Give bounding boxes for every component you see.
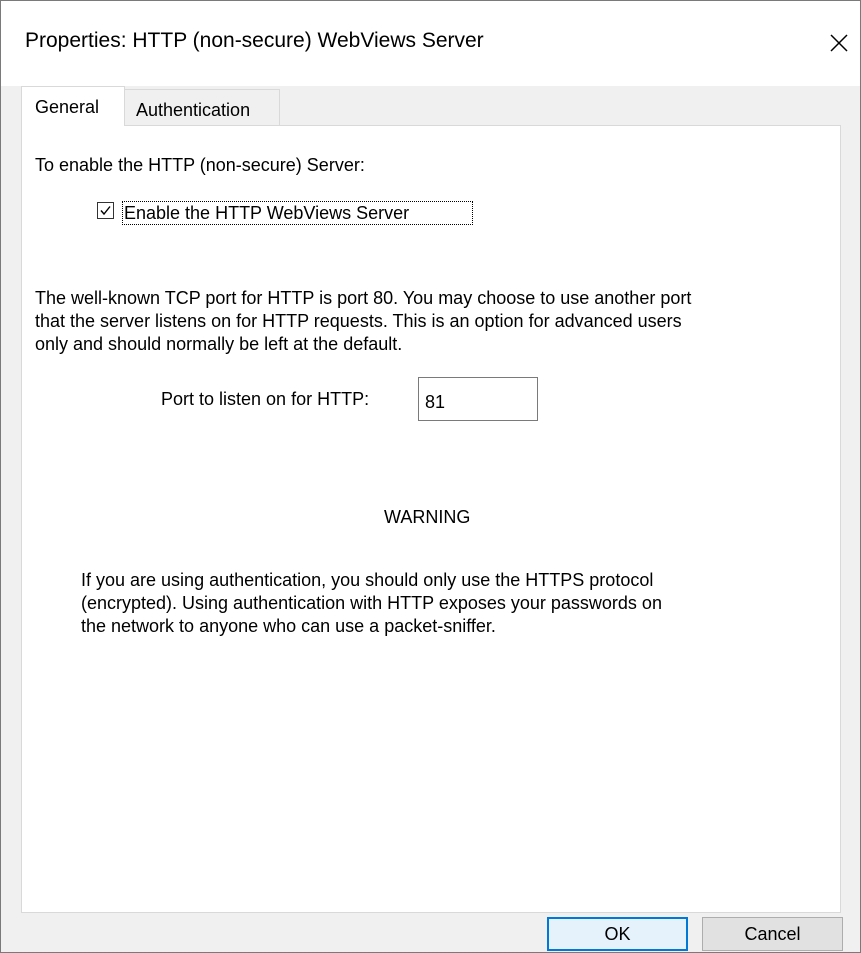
warning-text-line: If you are using authentication, you sho… — [81, 570, 654, 590]
tab-general-label: General — [35, 97, 100, 117]
close-button[interactable] — [819, 23, 859, 63]
port-input[interactable] — [418, 377, 538, 421]
title-bar[interactable]: Properties: HTTP (non-secure) WebViews S… — [1, 1, 860, 86]
tab-general[interactable]: General — [21, 86, 125, 126]
checkmark-icon — [100, 206, 111, 216]
enable-http-checkbox[interactable] — [97, 202, 114, 219]
cancel-button[interactable]: Cancel — [702, 917, 843, 951]
window-title: Properties: HTTP (non-secure) WebViews S… — [25, 29, 484, 52]
port-description-line: that the server listens on for HTTP requ… — [35, 311, 682, 331]
port-description-line: The well-known TCP port for HTTP is port… — [35, 288, 692, 308]
port-label: Port to listen on for HTTP: — [161, 389, 370, 409]
enable-http-checkbox-label[interactable]: Enable the HTTP WebViews Server — [124, 202, 409, 224]
warning-text-line: (encrypted). Using authentication with H… — [81, 593, 662, 613]
port-description-line: only and should normally be left at the … — [35, 334, 403, 354]
close-icon — [830, 34, 848, 52]
tab-authentication[interactable]: Authentication — [125, 89, 280, 127]
warning-text-line: the network to anyone who can use a pack… — [81, 616, 496, 636]
ok-button[interactable]: OK — [547, 917, 688, 951]
enable-intro-text: To enable the HTTP (non-secure) Server: — [35, 155, 365, 175]
tab-authentication-label: Authentication — [136, 100, 251, 120]
properties-dialog: Properties: HTTP (non-secure) WebViews S… — [0, 0, 861, 953]
warning-title: WARNING — [384, 507, 471, 527]
